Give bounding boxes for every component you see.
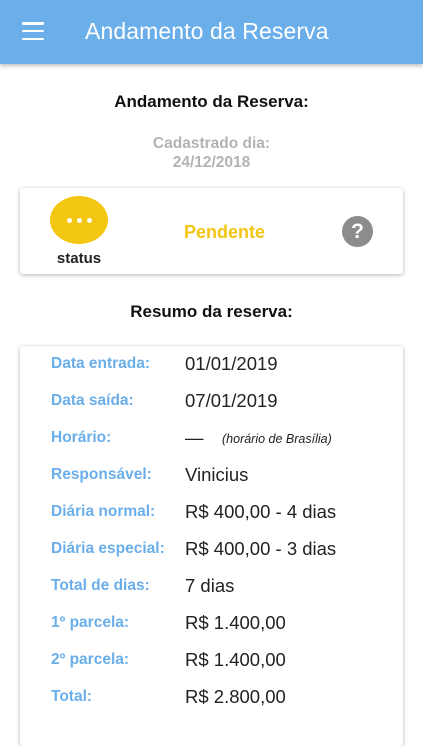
row-value: 01/01/2019 [185,353,278,374]
summary-row-total-days: Total de dias: 7 dias [20,568,403,605]
row-label: Responsável: [51,466,152,483]
summary-row-second-installment: 2º parcela: R$ 1.400,00 [20,642,403,679]
row-label: 1º parcela: [51,614,130,631]
page-heading: Andamento da Reserva: [114,92,309,111]
status-card: status Pendente ? [20,188,403,274]
row-label: Diária normal: [51,503,156,520]
summary-card: Data entrada: 01/01/2019 Data saída: 07/… [20,346,403,746]
menu-icon[interactable] [22,22,44,40]
summary-row-normal-rate: Diária normal: R$ 400,00 - 4 dias [20,494,403,531]
row-label: Horário: [51,429,112,446]
summary-row-first-installment: 1º parcela: R$ 1.400,00 [20,605,403,642]
summary-row-total: Total: R$ 2.800,00 [20,679,403,716]
status-value: Pendente [184,222,266,242]
created-date: 24/12/2018 [172,154,251,171]
row-label: Diária especial: [51,540,165,557]
row-value: Vinicius [185,464,249,485]
app-bar-title: Andamento da Reserva [85,18,329,44]
row-value: 7 dias [185,575,235,596]
row-label: Data entrada: [51,355,151,372]
more-horizontal-icon [50,196,108,244]
row-value: R$ 1.400,00 [185,612,286,633]
row-label: Data saída: [51,392,134,409]
row-label: 2º parcela: [51,651,130,668]
summary-heading: Resumo da reserva: [130,302,293,321]
row-value: R$ 1.400,00 [185,649,286,670]
row-label: Total de dias: [51,577,150,594]
row-value: R$ 400,00 - 3 dias [185,538,337,559]
help-icon[interactable]: ? [342,216,373,247]
row-note: (horário de Brasília) [222,432,332,446]
row-value: 07/01/2019 [185,390,278,411]
summary-row-time: Horário: — (horário de Brasília) [20,420,403,457]
row-label: Total: [51,688,93,705]
summary-row-check-in: Data entrada: 01/01/2019 [20,346,403,383]
row-value: R$ 400,00 - 4 dias [185,501,337,522]
summary-row-responsible: Responsável: Vinicius [20,457,403,494]
status-label: status [56,250,102,267]
row-value: — [185,427,204,448]
created-label: Cadastrado dia: [152,135,271,152]
summary-row-special-rate: Diária especial: R$ 400,00 - 3 dias [20,531,403,568]
created-info: Cadastrado dia: 24/12/2018 [0,134,423,172]
app-bar: Andamento da Reserva [0,0,423,64]
row-value: R$ 2.800,00 [185,686,286,707]
summary-row-check-out: Data saída: 07/01/2019 [20,383,403,420]
